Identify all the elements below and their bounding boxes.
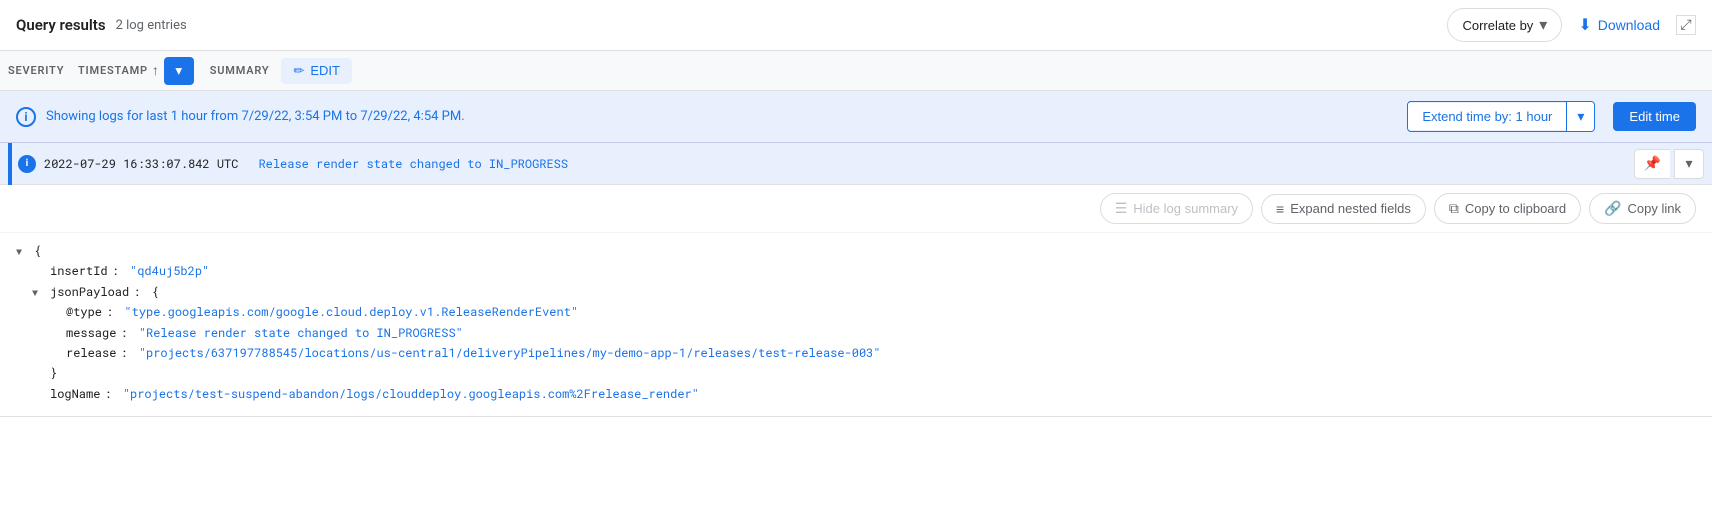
pin-icon: 📌 <box>1644 155 1661 172</box>
info-banner: i Showing logs for last 1 hour from 7/29… <box>0 91 1712 143</box>
json-line: @type : "type.googleapis.com/google.clou… <box>16 302 1696 322</box>
expand-log-button[interactable]: ▾ <box>1674 149 1704 179</box>
json-line: } <box>16 363 1696 383</box>
extend-time-button[interactable]: Extend time by: 1 hour <box>1408 103 1566 130</box>
col-timestamp-header: TIMESTAMP ↑ <box>78 62 160 79</box>
col-severity-header: SEVERITY <box>8 64 78 77</box>
log-entry-row: i 2022-07-29 16:33:07.842 UTC Release re… <box>0 143 1712 185</box>
clipboard-icon: ⧉ <box>1449 200 1459 217</box>
list-icon: ☰ <box>1115 200 1128 217</box>
info-banner-text: Showing logs for last 1 hour from 7/29/2… <box>46 109 1397 124</box>
log-timestamp: 2022-07-29 16:33:07.842 UTC <box>44 156 238 172</box>
pin-log-button[interactable]: 📌 <box>1634 149 1670 179</box>
timestamp-dropdown-button[interactable]: ▾ <box>164 57 194 85</box>
json-line: insertId : "qd4uj5b2p" <box>16 261 1696 281</box>
chevron-down-icon: ▾ <box>1685 155 1692 172</box>
header-bar: Query results 2 log entries Correlate by… <box>0 0 1712 51</box>
expand-icon: ≡ <box>1276 201 1284 217</box>
collapse-toggle[interactable]: ▼ <box>32 284 44 301</box>
info-icon: i <box>16 107 36 127</box>
json-line: message : "Release render state changed … <box>16 323 1696 343</box>
json-line: ▼ { <box>16 241 1696 261</box>
expand-panel-button[interactable]: ⤢ <box>1676 15 1696 35</box>
copy-link-button[interactable]: 🔗 Copy link <box>1589 193 1696 224</box>
chevron-down-icon: ▾ <box>1577 108 1584 124</box>
log-actions: 📌 ▾ <box>1634 149 1704 179</box>
expand-nested-fields-button[interactable]: ≡ Expand nested fields <box>1261 194 1426 224</box>
log-json-content: ▼ { insertId : "qd4uj5b2p" ▼ jsonPayload… <box>0 233 1712 416</box>
json-line: ▼ jsonPayload : { <box>16 282 1696 302</box>
correlate-by-label: Correlate by <box>1462 18 1533 33</box>
download-button[interactable]: ⬇ Download <box>1578 15 1660 35</box>
download-icon: ⬇ <box>1578 15 1591 35</box>
severity-badge: i <box>18 155 36 173</box>
edit-columns-button[interactable]: ✏ EDIT <box>281 58 352 84</box>
column-headers: SEVERITY TIMESTAMP ↑ ▾ SUMMARY ✏ EDIT <box>0 51 1712 91</box>
link-icon: 🔗 <box>1604 200 1621 217</box>
edit-time-button[interactable]: Edit time <box>1613 102 1696 131</box>
correlate-by-button[interactable]: Correlate by ▾ <box>1447 8 1562 42</box>
collapse-toggle[interactable]: ▼ <box>16 243 28 260</box>
col-summary-header: SUMMARY <box>210 64 270 77</box>
severity-indicator <box>8 143 12 185</box>
log-entries-count: 2 log entries <box>116 18 187 33</box>
edit-icon: ✏ <box>293 63 304 79</box>
expand-icon: ⤢ <box>1680 17 1691 33</box>
log-detail-toolbar: ☰ Hide log summary ≡ Expand nested field… <box>0 185 1712 233</box>
sort-asc-icon: ↑ <box>152 62 160 79</box>
extend-time-dropdown-button[interactable]: ▾ <box>1566 102 1594 131</box>
chevron-down-icon: ▾ <box>175 63 182 79</box>
log-detail: ☰ Hide log summary ≡ Expand nested field… <box>0 185 1712 417</box>
json-line: release : "projects/637197788545/locatio… <box>16 343 1696 363</box>
hide-log-summary-button[interactable]: ☰ Hide log summary <box>1100 193 1253 224</box>
json-line: logName : "projects/test-suspend-abandon… <box>16 384 1696 404</box>
chevron-down-icon: ▾ <box>1539 15 1547 35</box>
copy-to-clipboard-button[interactable]: ⧉ Copy to clipboard <box>1434 193 1581 224</box>
log-summary: Release render state changed to IN_PROGR… <box>258 156 1634 172</box>
page-title: Query results <box>16 16 106 34</box>
extend-time-group: Extend time by: 1 hour ▾ <box>1407 101 1595 132</box>
